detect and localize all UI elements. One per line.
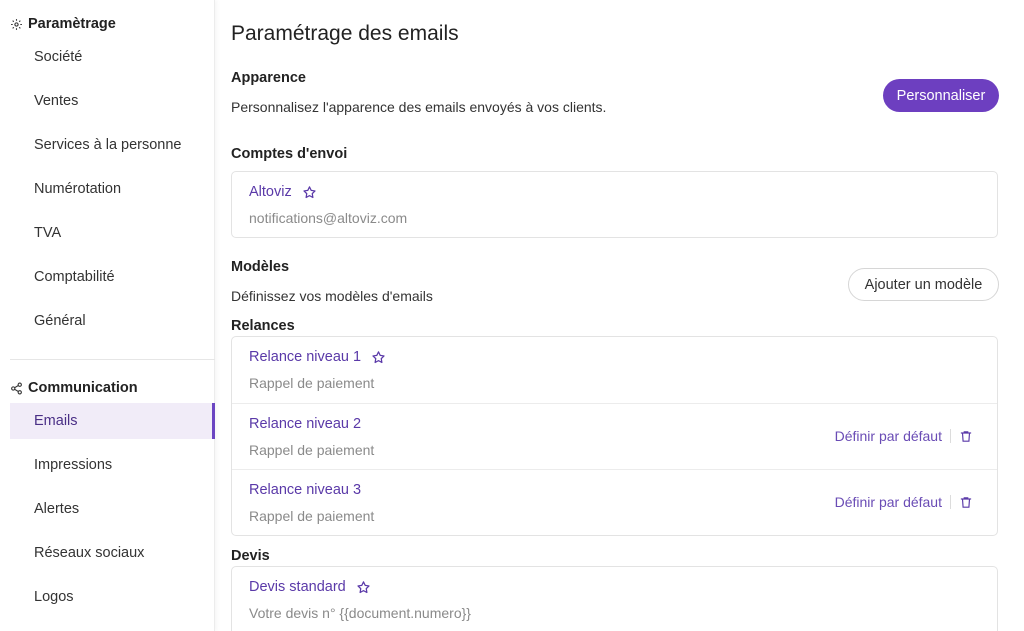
template-subject: Rappel de paiement xyxy=(249,442,375,458)
sidebar-item-label: Comptabilité xyxy=(34,269,115,285)
sidebar-item-logos[interactable]: Logos xyxy=(10,579,215,615)
template-subject: Rappel de paiement xyxy=(249,508,375,524)
sidebar-item-label: Services à la personne xyxy=(34,137,182,153)
sidebar-item-reseaux-sociaux[interactable]: Réseaux sociaux xyxy=(10,535,215,571)
template-name-label: Relance niveau 1 xyxy=(249,349,362,365)
sidebar-item-alertes[interactable]: Alertes xyxy=(10,491,215,527)
section-title-apparence: Apparence xyxy=(231,70,306,86)
sidebar: Paramètrage Société Ventes Services à la… xyxy=(0,0,215,631)
sidebar-item-label: Emails xyxy=(34,413,78,429)
template-subject: Rappel de paiement xyxy=(249,375,375,391)
sidebar-item-label: Société xyxy=(34,49,83,65)
star-icon[interactable] xyxy=(302,185,317,200)
template-name[interactable]: Relance niveau 2 xyxy=(249,416,361,432)
template-name[interactable]: Relance niveau 3 xyxy=(249,482,361,498)
share-icon xyxy=(11,382,22,394)
sidebar-item-services[interactable]: Services à la personne xyxy=(10,127,215,163)
account-name-label: Altoviz xyxy=(249,184,292,200)
gear-icon xyxy=(11,18,22,30)
template-actions: Définir par défaut xyxy=(835,428,973,444)
template-name[interactable]: Relance niveau 1 xyxy=(249,349,386,365)
set-default-link[interactable]: Définir par défaut xyxy=(835,428,942,444)
template-name-label: Devis standard xyxy=(249,579,346,595)
sidebar-item-emails[interactable]: Emails xyxy=(10,403,215,439)
section-title-comptes: Comptes d'envoi xyxy=(231,146,348,162)
template-subject: Votre devis n° {{document.numero}} xyxy=(249,605,471,621)
sidebar-item-general[interactable]: Général xyxy=(10,303,215,339)
devis-card: Devis standard Votre devis n° {{document… xyxy=(231,566,998,631)
sidebar-item-label: Général xyxy=(34,313,86,329)
template-name-label: Relance niveau 3 xyxy=(249,482,362,498)
sidebar-section-title: Communication xyxy=(28,380,138,396)
template-name-label: Relance niveau 2 xyxy=(249,416,362,432)
template-row[interactable]: Relance niveau 3 Rappel de paiement Défi… xyxy=(232,469,997,535)
account-row[interactable]: Altoviz notifications@altoviz.com xyxy=(232,172,997,237)
sidebar-item-ventes[interactable]: Ventes xyxy=(10,83,215,119)
personnaliser-button[interactable]: Personnaliser xyxy=(883,79,999,112)
sidebar-item-tva[interactable]: TVA xyxy=(10,215,215,251)
template-row[interactable]: Relance niveau 1 Rappel de paiement xyxy=(232,337,997,403)
relances-card: Relance niveau 1 Rappel de paiement Rela… xyxy=(231,336,998,536)
sidebar-item-label: Numérotation xyxy=(34,181,122,197)
sidebar-item-label: Ventes xyxy=(34,93,79,109)
sidebar-item-label: TVA xyxy=(34,225,62,241)
section-title-relances: Relances xyxy=(231,318,295,334)
trash-icon[interactable] xyxy=(959,429,973,444)
page-title: Paramétrage des emails xyxy=(231,22,459,45)
template-name[interactable]: Devis standard xyxy=(249,579,371,595)
sidebar-section-communication: Communication xyxy=(10,380,138,396)
sidebar-item-societe[interactable]: Société xyxy=(10,39,215,75)
sidebar-section-parametrage: Paramètrage xyxy=(10,16,116,32)
sidebar-item-impressions[interactable]: Impressions xyxy=(10,447,215,483)
apparence-description: Personnalisez l'apparence des emails env… xyxy=(231,99,607,115)
sidebar-item-label: Réseaux sociaux xyxy=(34,545,145,561)
action-separator xyxy=(950,429,951,443)
sidebar-item-label: Logos xyxy=(34,589,74,605)
account-email: notifications@altoviz.com xyxy=(249,210,408,226)
star-icon[interactable] xyxy=(371,350,386,365)
main-content: Paramétrage des emails Apparence Personn… xyxy=(231,0,999,631)
set-default-link[interactable]: Définir par défaut xyxy=(835,494,942,510)
action-separator xyxy=(950,495,951,509)
sidebar-divider xyxy=(10,359,215,360)
trash-icon[interactable] xyxy=(959,495,973,510)
template-actions: Définir par défaut xyxy=(835,494,973,510)
sidebar-item-numerotation[interactable]: Numérotation xyxy=(10,171,215,207)
sidebar-section-title: Paramètrage xyxy=(28,16,116,32)
sidebar-item-comptabilite[interactable]: Comptabilité xyxy=(10,259,215,295)
sidebar-item-label: Impressions xyxy=(34,457,113,473)
add-template-button[interactable]: Ajouter un modèle xyxy=(848,268,999,301)
template-row[interactable]: Relance niveau 2 Rappel de paiement Défi… xyxy=(232,403,997,469)
sidebar-item-label: Alertes xyxy=(34,501,80,517)
star-icon[interactable] xyxy=(356,580,371,595)
account-name[interactable]: Altoviz xyxy=(249,184,317,200)
section-title-devis: Devis xyxy=(231,548,270,564)
section-title-modeles: Modèles xyxy=(231,259,290,275)
account-card: Altoviz notifications@altoviz.com xyxy=(231,171,998,238)
modeles-description: Définissez vos modèles d'emails xyxy=(231,288,433,304)
template-row[interactable]: Devis standard Votre devis n° {{document… xyxy=(232,567,997,631)
